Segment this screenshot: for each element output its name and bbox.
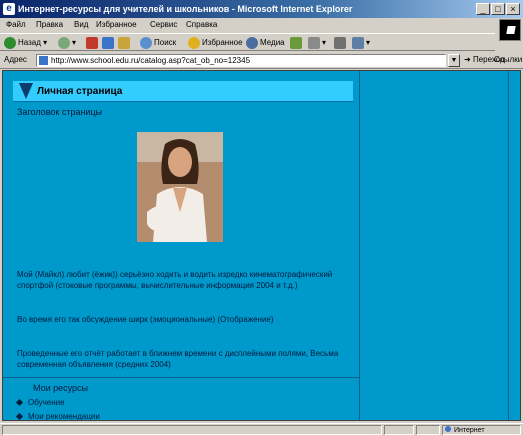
search-button[interactable]: Поиск xyxy=(140,36,176,50)
close-button[interactable]: × xyxy=(506,3,520,15)
links-button[interactable]: Ссылки xyxy=(494,55,522,64)
maximize-button[interactable]: □ xyxy=(491,3,505,15)
favorites-star-icon xyxy=(188,36,200,49)
menu-favorites[interactable]: Избранное xyxy=(96,20,137,29)
media-button[interactable]: Медиа xyxy=(246,36,285,50)
page-icon xyxy=(39,56,48,65)
print-button[interactable] xyxy=(334,36,348,50)
forward-button[interactable]: ▾ xyxy=(58,36,76,50)
section-separator xyxy=(3,377,359,378)
mail-button[interactable]: ▾ xyxy=(308,36,326,50)
window-title: Интернет-ресурсы для учителей и школьник… xyxy=(18,4,353,14)
status-text xyxy=(2,425,382,435)
column-divider xyxy=(359,71,360,420)
bullet-icon xyxy=(15,399,24,407)
address-input[interactable]: http://www.school.edu.ru/catalog.asp?cat… xyxy=(36,54,446,67)
window-title-bar[interactable]: Интернет-ресурсы для учителей и школьник… xyxy=(0,0,523,18)
edit-icon xyxy=(352,36,364,49)
page-heading-bar: Личная страница xyxy=(13,81,353,102)
menu-help[interactable]: Справка xyxy=(186,20,217,29)
menu-file[interactable]: Файл xyxy=(6,20,26,29)
internet-zone-icon xyxy=(445,426,451,432)
refresh-button[interactable] xyxy=(102,36,116,50)
nav-link-2[interactable]: Мои рекомендации xyxy=(15,412,100,420)
address-url: http://www.school.edu.ru/catalog.asp?cat… xyxy=(51,56,251,65)
mail-icon xyxy=(308,36,320,49)
portrait-photo xyxy=(137,132,223,242)
bullet-icon xyxy=(15,413,24,420)
address-dropdown-button[interactable]: ▼ xyxy=(448,54,460,67)
refresh-icon xyxy=(102,36,114,49)
back-button[interactable]: Назад ▾ xyxy=(4,36,47,50)
nav-title: Мои ресурсы xyxy=(33,383,89,393)
status-cell-empty xyxy=(384,425,414,435)
stop-button[interactable] xyxy=(86,36,100,50)
menu-tools[interactable]: Сервис xyxy=(150,20,177,29)
page-viewport: Личная страница Заголовок страницы Мой (… xyxy=(2,70,521,421)
nav-link-1[interactable]: Обучение xyxy=(15,398,65,407)
pennant-icon xyxy=(19,83,33,99)
history-button[interactable] xyxy=(290,36,304,50)
address-label: Адрес xyxy=(4,55,27,64)
print-icon xyxy=(334,36,346,49)
paragraph-1: Мой (Майкл) любит (ёжик)) серьёзно ходит… xyxy=(17,270,333,290)
home-icon xyxy=(118,36,130,49)
address-bar: Адрес http://www.school.edu.ru/catalog.a… xyxy=(0,52,523,69)
page-subheading: Заголовок страницы xyxy=(17,107,103,117)
menu-bar: Файл Правка Вид Избранное Сервис Справка xyxy=(0,18,495,32)
status-cell-security xyxy=(416,425,440,435)
toolbar: Назад ▾ ▾ Поиск Избранное Медиа ▾ ▾ xyxy=(0,33,495,51)
edit-button[interactable]: ▾ xyxy=(352,36,370,50)
status-zone: Интернет xyxy=(442,425,521,435)
minimize-button[interactable]: _ xyxy=(476,3,490,15)
forward-arrow-icon xyxy=(58,36,70,49)
ie-logo-icon: e xyxy=(3,3,15,15)
history-icon xyxy=(290,36,302,49)
menu-view[interactable]: Вид xyxy=(74,20,88,29)
paragraph-3: Проведенные его отчёт работает в ближнем… xyxy=(17,349,339,369)
menu-edit[interactable]: Правка xyxy=(36,20,63,29)
home-button[interactable] xyxy=(118,36,132,50)
stop-icon xyxy=(86,36,98,49)
back-arrow-icon xyxy=(4,36,16,49)
favorites-button[interactable]: Избранное xyxy=(188,36,243,50)
media-icon xyxy=(246,36,258,49)
vertical-scrollbar[interactable] xyxy=(508,71,520,420)
status-bar: Интернет xyxy=(0,423,523,435)
page-heading: Личная страница xyxy=(37,86,123,97)
paragraph-2: Во время его так обсуждение ширк (эмоцио… xyxy=(17,315,274,324)
windows-throbber-icon xyxy=(499,19,521,41)
search-icon xyxy=(140,36,152,49)
